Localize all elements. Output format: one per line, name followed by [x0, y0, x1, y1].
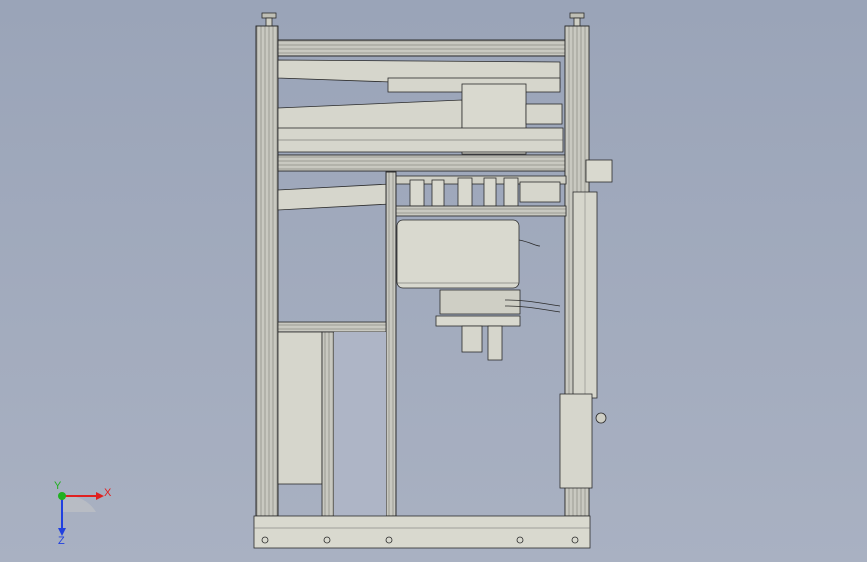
mid-beam — [277, 154, 566, 172]
sensor-rail — [395, 175, 567, 217]
side-cabinet — [559, 393, 607, 489]
y-axis-dot — [58, 492, 66, 500]
y-axis-label: Y — [54, 480, 62, 492]
inner-post-left — [385, 171, 397, 517]
lower-cross-beam — [277, 321, 387, 333]
left-post — [255, 25, 279, 517]
x-arrow-head — [96, 492, 104, 500]
lower-panel — [277, 331, 386, 517]
leveling-foot-left — [261, 12, 277, 27]
cad-viewport[interactable]: X Y Z — [0, 0, 867, 562]
linear-guide — [572, 159, 613, 399]
upper-plates — [277, 59, 564, 155]
gripper-assembly — [435, 289, 561, 361]
lower-angled-plate — [277, 183, 391, 211]
machine-assembly[interactable] — [253, 12, 613, 549]
x-axis-label: X — [104, 487, 112, 499]
cylinder-tank — [396, 219, 541, 289]
axis-triad: X Y Z — [54, 480, 112, 547]
z-axis-label: Z — [58, 535, 65, 547]
base-beam — [253, 515, 591, 549]
top-beam — [277, 39, 566, 57]
leveling-foot-right — [569, 12, 585, 27]
triad-plane — [62, 495, 96, 512]
